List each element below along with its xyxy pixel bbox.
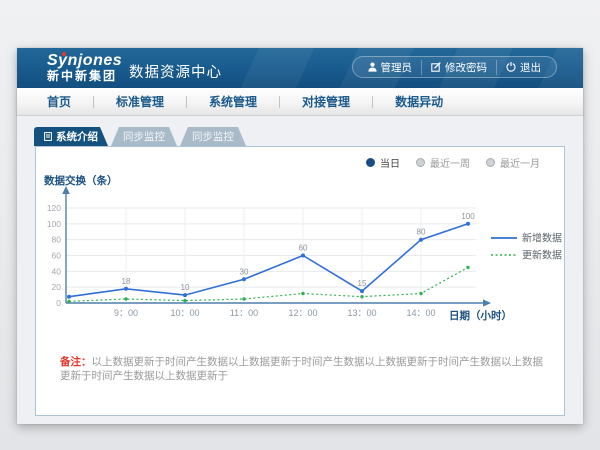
svg-text:100: 100 xyxy=(47,219,61,229)
radio-unselected-icon xyxy=(416,158,425,167)
nav-item-data-change[interactable]: 数据异动 xyxy=(373,88,465,116)
nav-item-system-mgmt[interactable]: 系统管理 xyxy=(187,88,279,116)
logout-label: 退出 xyxy=(520,60,541,75)
tab-label: 系统介绍 xyxy=(56,129,98,144)
logo-text-en: Synjones xyxy=(47,52,122,69)
series-新增数据 xyxy=(69,224,468,297)
svg-text:14：00: 14：00 xyxy=(406,308,435,318)
edit-icon xyxy=(431,62,441,72)
tab-bar: 系统介绍 同步监控 同步监控 xyxy=(34,127,246,146)
tab-system-intro[interactable]: 系统介绍 xyxy=(34,127,108,146)
svg-text:40: 40 xyxy=(52,266,62,276)
footnote: 备注：以上数据更新于时间产生数据以上数据更新于时间产生数据以上数据更新于时间产生… xyxy=(60,355,548,383)
svg-text:更新数据: 更新数据 xyxy=(522,249,562,262)
x-axis-arrow xyxy=(483,299,491,306)
tab-sync-monitor-1[interactable]: 同步监控 xyxy=(111,127,177,146)
svg-text:60: 60 xyxy=(52,251,62,261)
content-area: 系统介绍 同步监控 同步监控 当日 最近一周 xyxy=(17,116,583,424)
tab-label: 同步监控 xyxy=(192,129,234,144)
svg-text:日期（小时）: 日期（小时） xyxy=(449,309,512,322)
user-name: 管理员 xyxy=(381,60,413,75)
page-title: 数据资源中心 xyxy=(129,61,222,82)
svg-text:120: 120 xyxy=(47,203,61,213)
svg-text:新增数据: 新增数据 xyxy=(522,232,562,245)
logo-text-cn: 新中新集团 xyxy=(47,69,122,83)
svg-text:20: 20 xyxy=(52,282,62,292)
user-icon xyxy=(368,62,377,72)
svg-text:12：00: 12：00 xyxy=(288,308,317,318)
footnote-text: 以上数据更新于时间产生数据以上数据更新于时间产生数据以上数据更新于时间产生数据以… xyxy=(60,356,543,382)
svg-text:80: 80 xyxy=(417,228,426,237)
tab-label: 同步监控 xyxy=(123,129,165,144)
svg-text:80: 80 xyxy=(52,235,62,245)
svg-text:0: 0 xyxy=(56,298,61,308)
tab-sync-monitor-2[interactable]: 同步监控 xyxy=(180,127,246,146)
logo-red-dot-icon xyxy=(62,52,66,56)
svg-text:18: 18 xyxy=(122,277,131,286)
line-chart: 0 20 40 60 80 100 120 9：00 10：00 11：00 12：00 13：00 1… xyxy=(36,167,566,357)
nav-item-standard-mgmt[interactable]: 标准管理 xyxy=(94,88,186,116)
logo[interactable]: Synjones 新中新集团 xyxy=(47,52,122,83)
app-header: Synjones 新中新集团 数据资源中心 管理员 修改密码 退出 xyxy=(17,48,583,88)
footnote-prefix: 备注： xyxy=(60,356,92,368)
svg-text:10：00: 10：00 xyxy=(170,308,199,318)
app-window: Synjones 新中新集团 数据资源中心 管理员 修改密码 退出 首页 标准管… xyxy=(17,48,583,424)
document-icon xyxy=(44,132,52,141)
svg-text:15: 15 xyxy=(358,279,367,288)
change-password-label: 修改密码 xyxy=(445,60,487,75)
radio-unselected-icon xyxy=(486,158,495,167)
radio-selected-icon xyxy=(366,158,375,167)
svg-text:30: 30 xyxy=(240,267,249,276)
power-icon xyxy=(506,62,516,72)
svg-text:60: 60 xyxy=(299,244,308,253)
svg-text:10: 10 xyxy=(181,283,190,292)
svg-text:9：00: 9：00 xyxy=(114,308,138,318)
svg-text:13：00: 13：00 xyxy=(347,308,376,318)
svg-text:数据交换（条）: 数据交换（条） xyxy=(43,174,118,187)
main-nav: 首页 标准管理 系统管理 对接管理 数据异动 xyxy=(17,88,583,116)
logout-button[interactable]: 退出 xyxy=(496,60,550,75)
nav-item-home[interactable]: 首页 xyxy=(25,88,93,116)
nav-item-interface-mgmt[interactable]: 对接管理 xyxy=(280,88,372,116)
svg-text:11：00: 11：00 xyxy=(230,308,258,318)
chart-panel: 当日 最近一周 最近一月 0204060801001209：0010：0011：… xyxy=(35,146,565,416)
user-menu[interactable]: 管理员 xyxy=(359,60,422,75)
change-password-button[interactable]: 修改密码 xyxy=(421,60,496,75)
y-axis-arrow xyxy=(62,186,70,194)
svg-text:100: 100 xyxy=(461,212,475,221)
user-toolbar: 管理员 修改密码 退出 xyxy=(352,56,558,78)
